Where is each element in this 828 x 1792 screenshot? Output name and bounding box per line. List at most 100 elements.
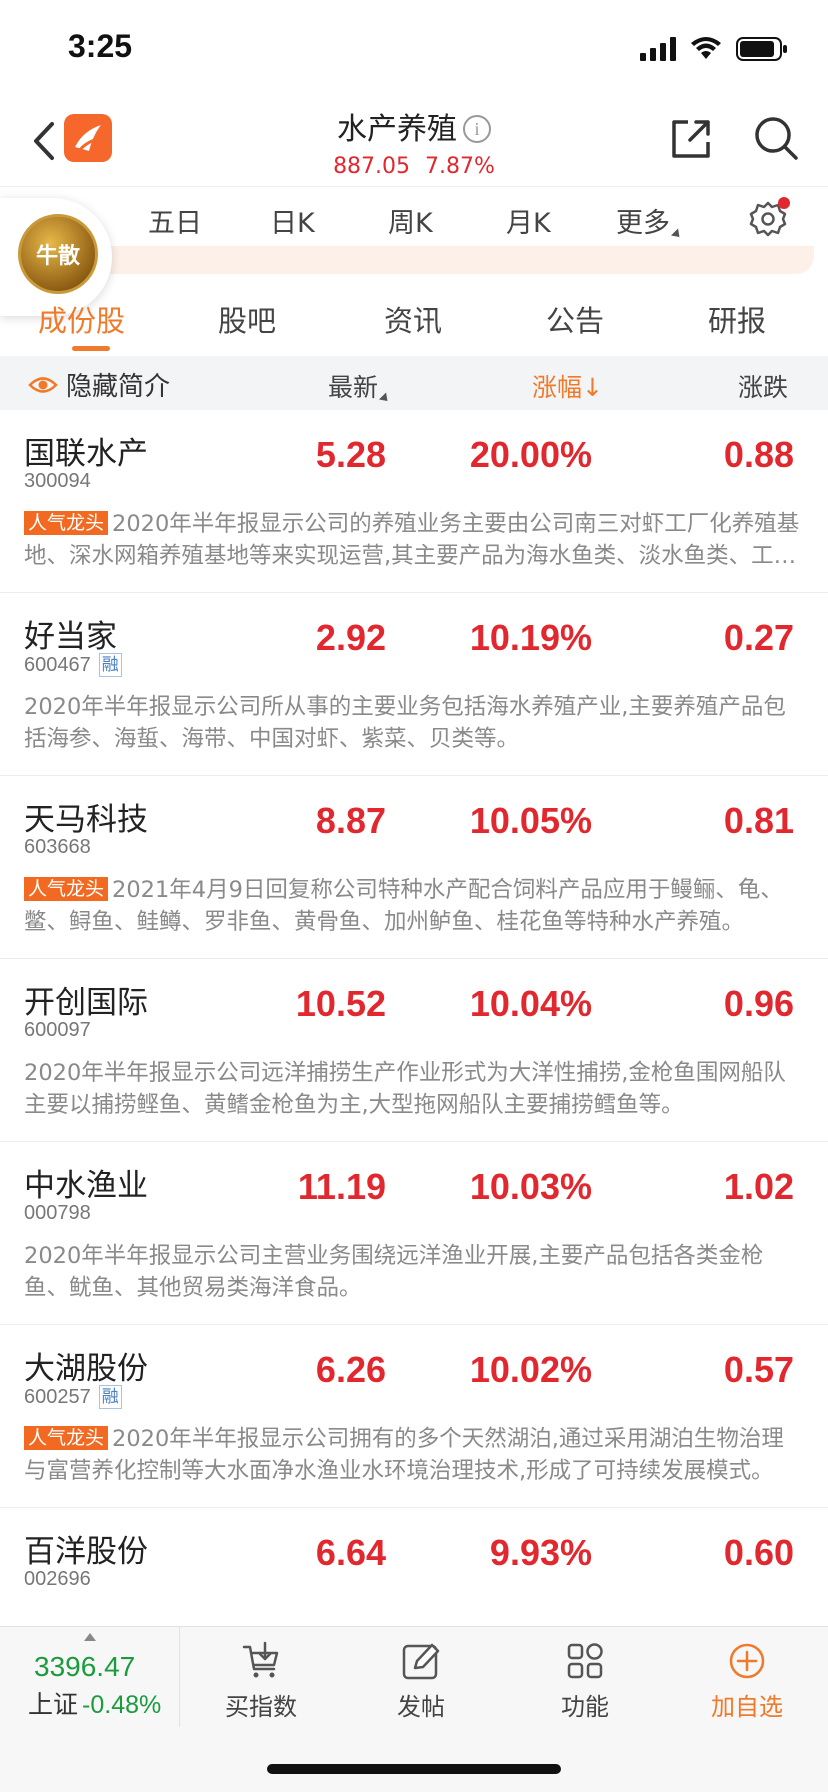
expand-caret-icon	[84, 1633, 96, 1641]
active-tab-indicator	[72, 346, 110, 351]
stock-code: 300094	[24, 470, 91, 493]
stock-desc-text: 2020年半年报显示公司远洋捕捞生产作业形式为大洋性捕捞,金枪鱼围网船队主要以捕…	[24, 1060, 786, 1118]
stock-code-value: 300094	[24, 470, 91, 492]
stock-code: 600467 融	[24, 653, 122, 677]
notification-dot	[778, 197, 790, 209]
stock-change-pct: 10.03%	[469, 1166, 592, 1207]
settings-button[interactable]	[748, 197, 790, 239]
stock-description: 2020年半年报显示公司所从事的主要业务包括海水养殖产业,主要养殖产品包括海参、…	[24, 691, 806, 755]
status-bar: 3:25	[0, 0, 828, 100]
share-button[interactable]	[668, 116, 714, 162]
post-button[interactable]: 发帖	[366, 1639, 476, 1722]
banner-strip	[0, 246, 814, 274]
grid-icon	[567, 1643, 603, 1679]
index-change: -0.48%	[82, 1691, 162, 1719]
hide-intro-toggle[interactable]: 隐藏简介	[28, 366, 170, 403]
section-tabs: 成份股 股吧 资讯 公告 研报	[0, 286, 828, 356]
stock-row[interactable]: 大湖股份 600257 融 6.26 10.02% 0.57 人气龙头 2020年半…	[0, 1325, 828, 1508]
stock-change-pct: 10.02%	[469, 1349, 592, 1390]
status-icons	[640, 36, 788, 62]
stock-latest: 11.19	[297, 1166, 386, 1207]
tab-week-k[interactable]: 周K	[388, 201, 433, 240]
stock-row[interactable]: 好当家 600467 融 2.92 10.19% 0.27 2020年半年报显示公…	[0, 593, 828, 776]
tab-more-label: 更多	[616, 208, 670, 239]
stock-code-value: 600257	[24, 1386, 91, 1408]
stock-change-pct: 9.93%	[489, 1532, 592, 1573]
index-ticker[interactable]: 3396.47 上证 -0.48%	[0, 1627, 180, 1727]
sort-latest[interactable]: 最新	[328, 368, 392, 405]
stock-desc-text: 2020年半年报显示公司拥有的多个天然湖泊,通过采用湖泊生物治理与富营养化控制等…	[24, 1426, 784, 1484]
search-icon	[755, 117, 798, 160]
tab-five-day[interactable]: 五日	[148, 201, 202, 240]
index-value: 3396.47	[34, 1651, 136, 1682]
sort-caret-icon	[379, 392, 392, 405]
stock-row[interactable]: 百洋股份 002696 6.64 9.93% 0.60	[0, 1508, 828, 1598]
edit-icon	[402, 1643, 440, 1680]
sort-change-pct[interactable]: 涨幅↓	[532, 368, 603, 404]
stock-code: 002696	[24, 1568, 91, 1591]
column-header: 隐藏简介 最新 涨幅↓ 涨跌	[0, 356, 828, 410]
tab-research[interactable]: 研报	[708, 298, 766, 340]
stock-code-value: 002696	[24, 1568, 91, 1590]
hot-tag: 人气龙头	[24, 511, 109, 535]
tab-day-k[interactable]: 日K	[270, 201, 315, 240]
tab-constituents[interactable]: 成份股	[38, 298, 125, 340]
caret-icon	[670, 228, 684, 241]
battery-icon	[736, 37, 787, 61]
tab-news[interactable]: 资讯	[384, 298, 442, 340]
stock-name: 大湖股份	[24, 1351, 148, 1387]
sort-change-amt[interactable]: 涨跌	[738, 368, 818, 404]
hot-tag: 人气龙头	[24, 877, 109, 901]
home-indicator[interactable]	[267, 1764, 561, 1774]
stock-description: 2020年半年报显示公司远洋捕捞生产作业形式为大洋性捕捞,金枪鱼围网船队主要以捕…	[24, 1057, 806, 1121]
nav-header: 水产养殖 i 887.05 7.87%	[0, 100, 828, 186]
stock-latest: 8.87	[315, 800, 386, 841]
margin-badge: 融	[98, 1385, 122, 1409]
stock-change-pct: 10.04%	[469, 983, 592, 1024]
plus-circle-icon	[729, 1643, 765, 1679]
stock-row[interactable]: 国联水产 300094 5.28 20.00% 0.88 人气龙头 2020年半年…	[0, 410, 828, 593]
stock-change-pct: 20.00%	[469, 434, 592, 475]
index-label: 上证 -0.48%	[28, 1685, 161, 1721]
buy-index-button[interactable]: 买指数	[206, 1639, 316, 1722]
stock-name: 开创国际	[24, 985, 148, 1021]
stock-code: 000798	[24, 1202, 91, 1225]
buy-index-label: 买指数	[225, 1693, 297, 1721]
stock-name: 好当家	[24, 619, 117, 655]
stock-latest: 6.64	[315, 1532, 386, 1573]
hot-tag: 人气龙头	[24, 1426, 109, 1450]
chart-tabs: 五日 日K 周K 月K 更多	[0, 186, 828, 252]
functions-button[interactable]: 功能	[530, 1639, 640, 1722]
header-change: 7.87%	[425, 154, 495, 179]
tab-announcements[interactable]: 公告	[546, 298, 604, 340]
stock-row[interactable]: 开创国际 600097 10.52 10.04% 0.96 2020年半年报显示…	[0, 959, 828, 1142]
info-icon[interactable]: i	[463, 115, 491, 143]
stock-row[interactable]: 中水渔业 000798 11.19 10.03% 1.02 2020年半年报显示…	[0, 1142, 828, 1325]
tab-forum[interactable]: 股吧	[218, 298, 276, 340]
tab-more[interactable]: 更多	[616, 201, 684, 241]
stock-list: 国联水产 300094 5.28 20.00% 0.88 人气龙头 2020年半年…	[0, 410, 828, 1598]
stock-description: 人气龙头 2020年半年报显示公司拥有的多个天然湖泊,通过采用湖泊生物治理与富营养…	[24, 1423, 806, 1487]
stock-code-value: 600467	[24, 654, 91, 676]
add-watchlist-label: 加自选	[711, 1693, 783, 1721]
cart-icon	[242, 1641, 279, 1678]
stock-desc-text: 2021年4月9日回复称公司特种水产配合饲料产品应用于鳗鲡、龟、鳖、鲟鱼、鲑鳟、…	[24, 877, 783, 935]
stock-name: 中水渔业	[24, 1168, 148, 1204]
badge-coin-icon: 牛散	[18, 214, 98, 294]
stock-name: 百洋股份	[24, 1534, 148, 1570]
tab-month-k[interactable]: 月K	[506, 201, 551, 240]
functions-label: 功能	[561, 1693, 609, 1721]
share-icon	[672, 120, 710, 158]
stock-latest: 6.26	[315, 1349, 386, 1390]
stock-desc-text: 2020年半年报显示公司的养殖业务主要由公司南三对虾工厂化养殖基地、深水网箱养殖…	[24, 511, 800, 569]
signal-icon	[640, 37, 676, 61]
stock-change-amt: 1.02	[723, 1166, 794, 1207]
add-watchlist-button[interactable]: 加自选	[692, 1639, 802, 1722]
search-button[interactable]	[752, 114, 800, 162]
stock-code: 600257 融	[24, 1385, 122, 1409]
stock-code-value: 600097	[24, 1019, 91, 1041]
post-label: 发帖	[397, 1693, 445, 1721]
stock-row[interactable]: 天马科技 603668 8.87 10.05% 0.81 人气龙头 2021年4月…	[0, 776, 828, 959]
stock-change-pct: 10.05%	[469, 800, 592, 841]
index-name: 上证	[28, 1690, 79, 1719]
